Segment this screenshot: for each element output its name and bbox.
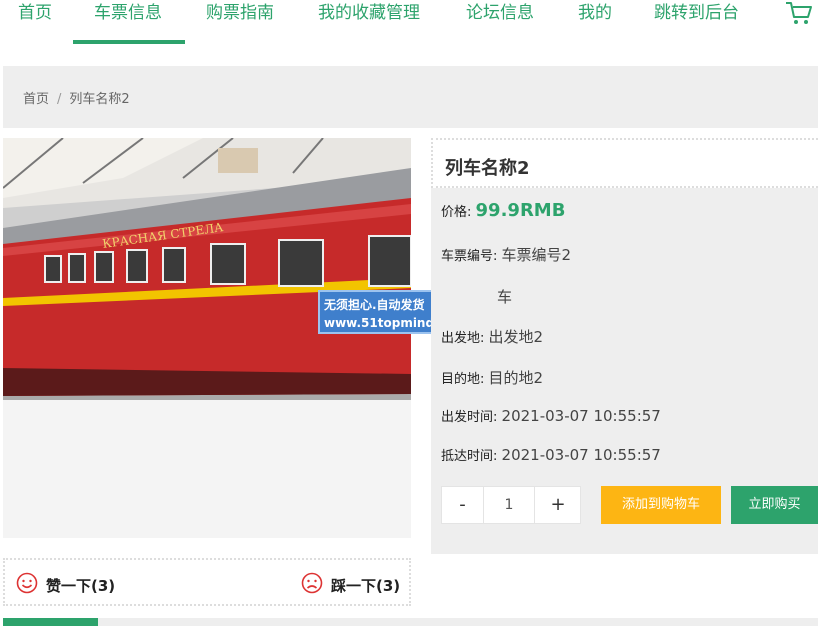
nav-item-ticket-info[interactable]: 车票信息	[73, 0, 185, 44]
depart-time-value: 2021-03-07 10:55:57	[501, 407, 661, 425]
quantity-decrease-button[interactable]: -	[442, 487, 484, 523]
origin-value: 出发地2	[488, 328, 544, 346]
top-nav: 首页 车票信息 购票指南 我的收藏管理 论坛信息 我的 跳转到后台	[0, 0, 818, 44]
destination-value: 目的地2	[488, 369, 544, 387]
origin-label: 出发地:	[441, 331, 485, 346]
type-row: 车	[497, 286, 512, 307]
arrive-time-value: 2021-03-07 10:55:57	[501, 446, 661, 464]
arrive-time-label: 抵达时间:	[441, 449, 498, 464]
depart-time-label: 出发时间:	[441, 410, 498, 425]
ticket-no-value: 车票编号2	[501, 246, 572, 264]
breadcrumb-current: 列车名称2	[69, 92, 130, 107]
destination-label: 目的地:	[441, 372, 485, 387]
shopping-cart-icon[interactable]	[784, 0, 814, 26]
origin-row: 出发地: 出发地2	[441, 326, 543, 347]
title-box: 列车名称2	[431, 138, 818, 188]
destination-row: 目的地: 目的地2	[441, 367, 543, 388]
frown-icon[interactable]	[301, 572, 323, 594]
ticket-no-row: 车票编号: 车票编号2	[441, 244, 571, 265]
nav-item-favorites[interactable]: 我的收藏管理	[318, 0, 420, 44]
product-title: 列车名称2	[445, 158, 530, 179]
nav-item-mine[interactable]: 我的	[578, 0, 612, 44]
like-button[interactable]: 赞一下(3)	[46, 575, 115, 596]
nav-item-admin[interactable]: 跳转到后台	[654, 0, 739, 44]
bottom-tab-bar	[3, 618, 818, 626]
breadcrumb: 首页 / 列车名称2	[23, 88, 130, 107]
product-image-box: КРАСНАЯ СТРЕЛА	[3, 138, 411, 538]
quantity-input[interactable]	[484, 487, 534, 523]
add-to-cart-button[interactable]: 添加到购物车	[601, 486, 721, 524]
arrive-time-row: 抵达时间: 2021-03-07 10:55:57	[441, 445, 661, 464]
bottom-tab-active[interactable]	[3, 618, 98, 626]
price-value: 99.9RMB	[475, 200, 566, 221]
train-photo: КРАСНАЯ СТРЕЛА	[3, 138, 411, 400]
breadcrumb-home[interactable]: 首页	[23, 92, 49, 107]
price-row: 价格: 99.9RMB	[441, 200, 565, 221]
buy-now-button[interactable]: 立即购买	[731, 486, 818, 524]
ticket-no-label: 车票编号:	[441, 249, 498, 264]
type-value: 车	[497, 288, 513, 306]
quantity-stepper: - +	[441, 486, 581, 524]
breadcrumb-separator: /	[57, 92, 62, 107]
depart-time-row: 出发时间: 2021-03-07 10:55:57	[441, 406, 661, 425]
nav-item-purchase-guide[interactable]: 购票指南	[206, 0, 274, 44]
smile-icon[interactable]	[16, 572, 38, 594]
dislike-button[interactable]: 踩一下(3)	[331, 575, 400, 596]
price-label: 价格:	[441, 205, 472, 220]
nav-item-home[interactable]: 首页	[18, 0, 52, 44]
quantity-increase-button[interactable]: +	[534, 487, 581, 523]
nav-item-forum[interactable]: 论坛信息	[466, 0, 534, 44]
product-detail-panel: 列车名称2 价格: 99.9RMB 车票编号: 车票编号2 车 出发地: 出发地…	[431, 138, 818, 554]
reaction-bar: 赞一下(3) 踩一下(3)	[3, 558, 411, 606]
breadcrumb-band: 首页 / 列车名称2	[3, 66, 818, 128]
